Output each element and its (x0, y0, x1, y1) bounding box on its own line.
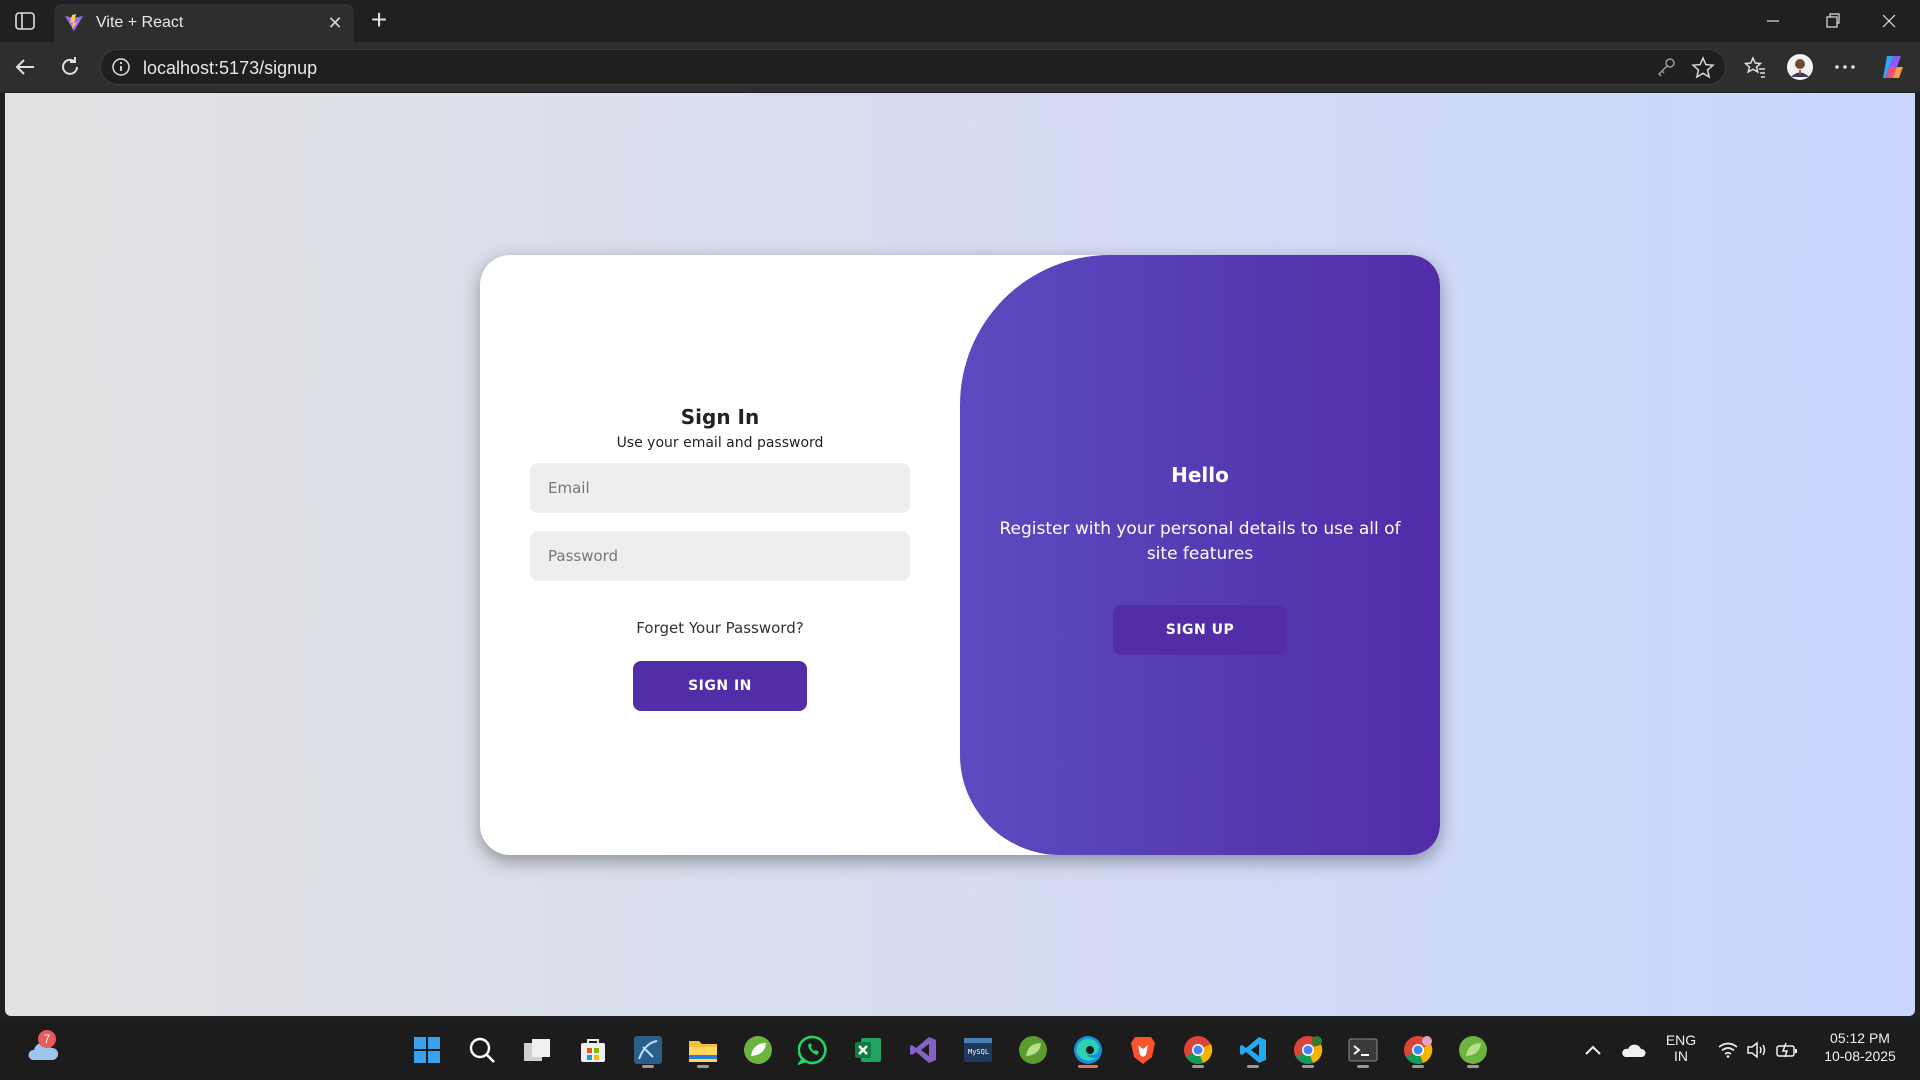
language-region: IN (1674, 1048, 1688, 1064)
browser-tab[interactable]: Vite + React ✕ (54, 4, 354, 42)
signin-form: Sign In Use your email and password Forg… (480, 255, 960, 855)
new-tab-button[interactable]: + (364, 6, 394, 36)
signin-subtitle: Use your email and password (616, 435, 824, 451)
password-key-icon[interactable] (1655, 56, 1677, 78)
start-icon[interactable] (407, 1030, 447, 1070)
restore-window-icon[interactable] (1810, 8, 1856, 34)
sign-up-button[interactable]: SIGN UP (1113, 605, 1287, 655)
auth-card: Sign In Use your email and password Forg… (480, 255, 1440, 855)
reload-icon[interactable] (55, 52, 85, 82)
battery-icon[interactable] (1767, 1030, 1807, 1070)
excel-icon[interactable] (848, 1030, 888, 1070)
tab-title: Vite + React (96, 14, 184, 31)
clock-time: 05:12 PM (1830, 1030, 1890, 1046)
spring-tools-icon[interactable] (1013, 1030, 1053, 1070)
forgot-password-link[interactable]: Forget Your Password? (636, 619, 803, 637)
password-input[interactable] (530, 531, 910, 581)
site-info-icon[interactable] (111, 57, 131, 77)
minimize-window-icon[interactable] (1750, 8, 1796, 34)
browser-toolbar: localhost:5173/signup (0, 42, 1920, 92)
tab-bar: Vite + React ✕ + (0, 0, 1920, 42)
page-viewport: Sign In Use your email and password Forg… (5, 93, 1915, 1016)
mysql-workbench-icon[interactable] (628, 1030, 668, 1070)
spring-tools-icon[interactable] (738, 1030, 778, 1070)
spring-tools-icon[interactable] (1453, 1030, 1493, 1070)
edge-icon[interactable] (1068, 1030, 1108, 1070)
vscode-icon[interactable] (1233, 1030, 1273, 1070)
windows-taskbar: 7 MySQL ENG IN 05:12 PM 10-08-2025 (0, 1020, 1920, 1080)
chrome-icon[interactable] (1178, 1030, 1218, 1070)
terminal-icon[interactable] (1343, 1030, 1383, 1070)
running-indicator (1302, 1065, 1314, 1068)
svg-text:MySQL: MySQL (968, 1048, 989, 1056)
close-tab-icon[interactable]: ✕ (324, 13, 346, 35)
running-indicator (1357, 1065, 1369, 1068)
onedrive-cloud-icon[interactable] (1613, 1030, 1653, 1070)
email-input[interactable] (530, 463, 910, 513)
vite-favicon-icon (64, 14, 84, 32)
toggle-text: Register with your personal details to u… (999, 519, 1401, 564)
brave-icon[interactable] (1123, 1030, 1163, 1070)
running-indicator (1192, 1065, 1204, 1068)
active-app-indicator (1078, 1065, 1098, 1068)
profile-avatar[interactable] (1785, 52, 1815, 82)
clock[interactable]: 05:12 PM 10-08-2025 (1810, 1030, 1910, 1064)
back-arrow-icon[interactable] (10, 52, 40, 82)
address-url: localhost:5173/signup (143, 58, 318, 78)
chevron-up-icon[interactable] (1573, 1030, 1613, 1070)
chrome-profile-icon[interactable] (1288, 1030, 1328, 1070)
whatsapp-icon[interactable] (793, 1030, 833, 1070)
running-indicator (697, 1065, 709, 1068)
more-options-icon[interactable] (1830, 52, 1860, 82)
clock-date: 10-08-2025 (1824, 1048, 1896, 1064)
favorites-icon[interactable] (1740, 52, 1770, 82)
file-explorer-icon[interactable] (683, 1030, 723, 1070)
running-indicator (1467, 1065, 1479, 1068)
language-indicator[interactable]: ENG IN (1658, 1032, 1704, 1064)
sign-in-button[interactable]: SIGN IN (633, 661, 807, 711)
mysql-shell-icon[interactable]: MySQL (958, 1030, 998, 1070)
toggle-panel: Hello Register with your personal detail… (960, 255, 1440, 855)
close-window-icon[interactable] (1866, 8, 1912, 34)
weather-badge: 7 (38, 1030, 56, 1048)
running-indicator (1247, 1065, 1259, 1068)
signin-title: Sign In (680, 405, 760, 429)
chrome-profile-icon[interactable] (1398, 1030, 1438, 1070)
store-icon[interactable] (573, 1030, 613, 1070)
favorite-star-icon[interactable] (1691, 56, 1715, 80)
sidebar-toggle-icon[interactable] (12, 9, 38, 33)
copilot-icon[interactable] (1878, 52, 1908, 82)
language-code: ENG (1665, 1032, 1697, 1048)
running-indicator (1412, 1065, 1424, 1068)
address-bar[interactable]: localhost:5173/signup (100, 49, 1726, 85)
toggle-title: Hello (1171, 463, 1229, 487)
visual-studio-icon[interactable] (903, 1030, 943, 1070)
running-indicator (642, 1065, 654, 1068)
search-icon[interactable] (462, 1030, 502, 1070)
task-view-icon[interactable] (517, 1030, 557, 1070)
